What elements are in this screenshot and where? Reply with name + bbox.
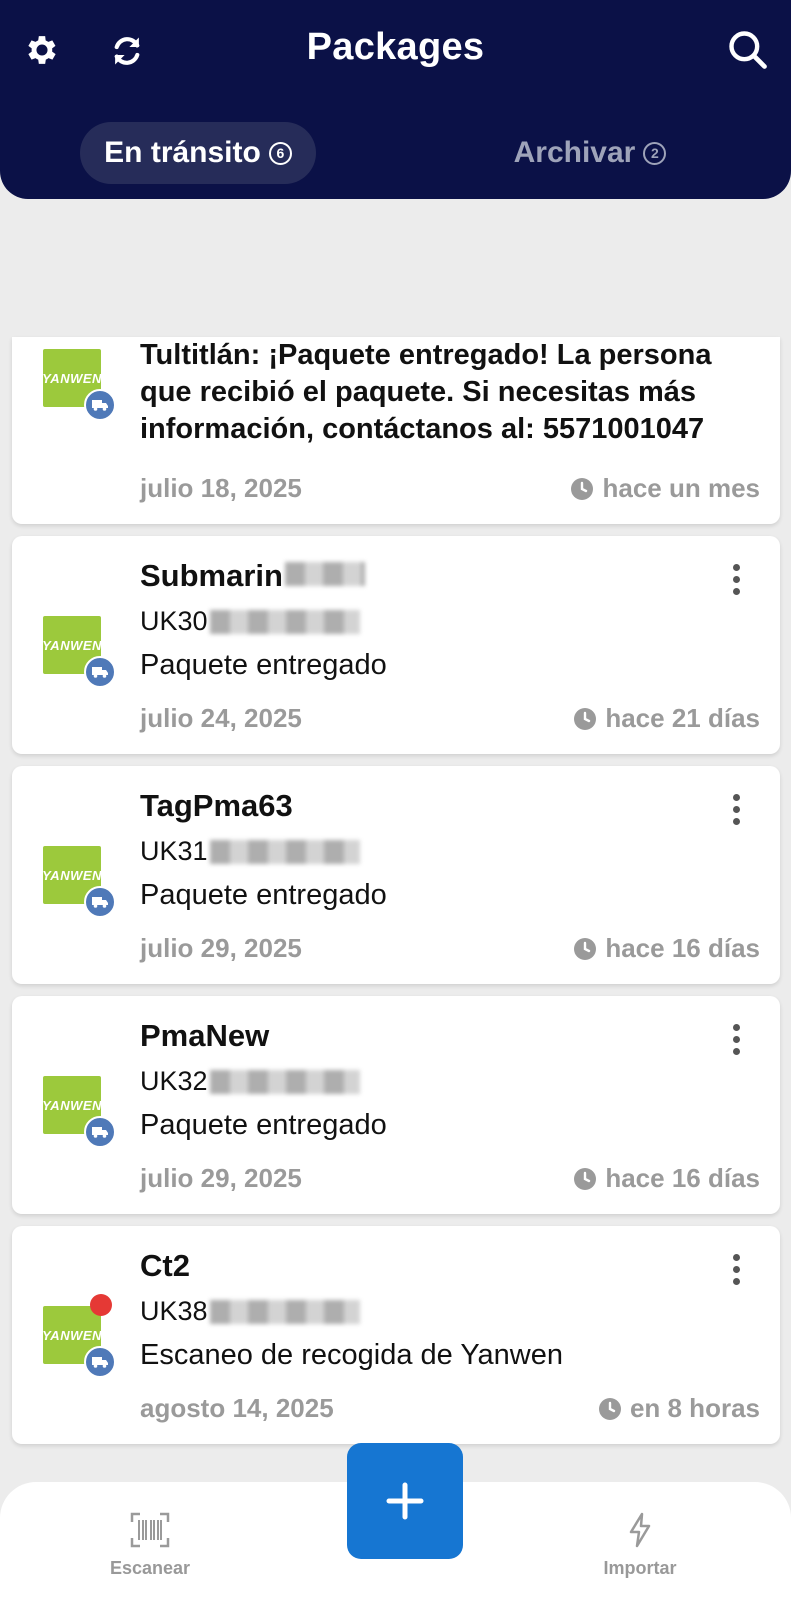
package-tracking-text: UK38 [140,1296,208,1326]
package-status: Paquete entregado [140,1109,387,1141]
package-time-ago-text: hace un mes [602,473,760,503]
truck-icon [84,886,116,918]
scan-button[interactable]: Escanear [70,1512,230,1579]
package-name: PmaNew [140,1018,270,1053]
tab-archive[interactable]: Archivar 2 [470,122,710,184]
package-name-text: Submarin [140,558,283,593]
redacted-block [209,839,360,864]
package-tracking: UK30 [140,606,360,637]
truck-icon [84,1346,116,1378]
package-card[interactable]: YANWEN Submarin UK30 Paquete entregado j… [12,536,780,754]
page-title: Packages [306,26,485,68]
package-tracking: UK32 [140,1066,360,1097]
package-time-ago-text: en 8 horas [629,1393,760,1423]
clock-icon [571,477,594,500]
clock-icon [574,707,597,730]
add-package-button[interactable] [347,1443,463,1559]
package-date: julio 18, 2025 [140,473,302,503]
package-tracking: UK38 [140,1296,360,1327]
scan-label: Escanear [109,1558,191,1578]
app-header: Packages En tránsito 6 Archivar 2 [0,0,791,199]
package-tracking: UK31 [140,836,360,867]
package-time-ago-text: hace 16 días [605,1163,760,1193]
more-options-icon[interactable] [732,564,740,595]
package-status: Escaneo de recogida de Yanwen [140,1339,563,1371]
package-name: TagPma63 [140,788,293,823]
clock-icon [598,1397,621,1420]
redacted-block [209,1299,360,1324]
package-time-ago: hace 21 días [573,703,760,734]
truck-icon [84,389,116,421]
package-tracking-text: UK31 [140,836,208,866]
redacted-block [209,1069,360,1094]
package-card[interactable]: YANWEN TagPma63 UK31 Paquete entregado j… [12,766,780,984]
package-card[interactable]: YANWEN Tultitlán: ¡Paquete entregado! La… [12,337,780,524]
package-card[interactable]: YANWEN PmaNew UK32 Paquete entregado jul… [12,996,780,1214]
package-time-ago: en 8 horas [598,1393,760,1424]
clock-icon [574,1167,597,1190]
package-event: Tultitlán: ¡Paquete entregado! La person… [140,339,712,445]
clock-icon [574,937,597,960]
redacted-block [284,562,365,586]
tab-in-transit[interactable]: En tránsito 6 [80,122,316,184]
package-date: julio 24, 2025 [140,703,302,733]
package-date: julio 29, 2025 [140,1163,302,1193]
package-time-ago: hace 16 días [573,933,760,964]
more-options-icon[interactable] [732,794,740,825]
tab-archive-label: Archivar [513,136,636,169]
barcode-icon [130,1512,170,1548]
tab-in-transit-label: En tránsito [104,136,261,169]
package-status: Paquete entregado [140,879,387,911]
import-button[interactable]: Importar [560,1512,720,1579]
package-name: Submarin [140,558,365,594]
package-status: Paquete entregado [140,649,387,681]
package-time-ago-text: hace 21 días [605,703,760,733]
unread-dot [90,1294,112,1316]
search-icon[interactable] [724,26,772,74]
package-name: Ct2 [140,1248,190,1283]
package-time-ago: hace 16 días [573,1163,760,1194]
tab-in-transit-count: 6 [268,141,292,165]
plus-icon [386,1482,424,1520]
redacted-block [209,609,360,634]
more-options-icon[interactable] [732,1254,740,1285]
package-date: julio 29, 2025 [140,933,302,963]
package-time-ago: hace un mes [570,473,760,504]
package-tracking-text: UK30 [140,606,208,636]
more-options-icon[interactable] [732,1024,740,1055]
truck-icon [84,656,116,688]
truck-icon [84,1116,116,1148]
package-date: agosto 14, 2025 [140,1393,334,1423]
bolt-icon [629,1512,651,1548]
package-card[interactable]: YANWEN Ct2 UK38 Escaneo de recogida de Y… [12,1226,780,1444]
import-label: Importar [603,1558,677,1578]
package-tracking-text: UK32 [140,1066,208,1096]
tab-archive-count: 2 [643,141,667,165]
package-time-ago-text: hace 16 días [605,933,760,963]
